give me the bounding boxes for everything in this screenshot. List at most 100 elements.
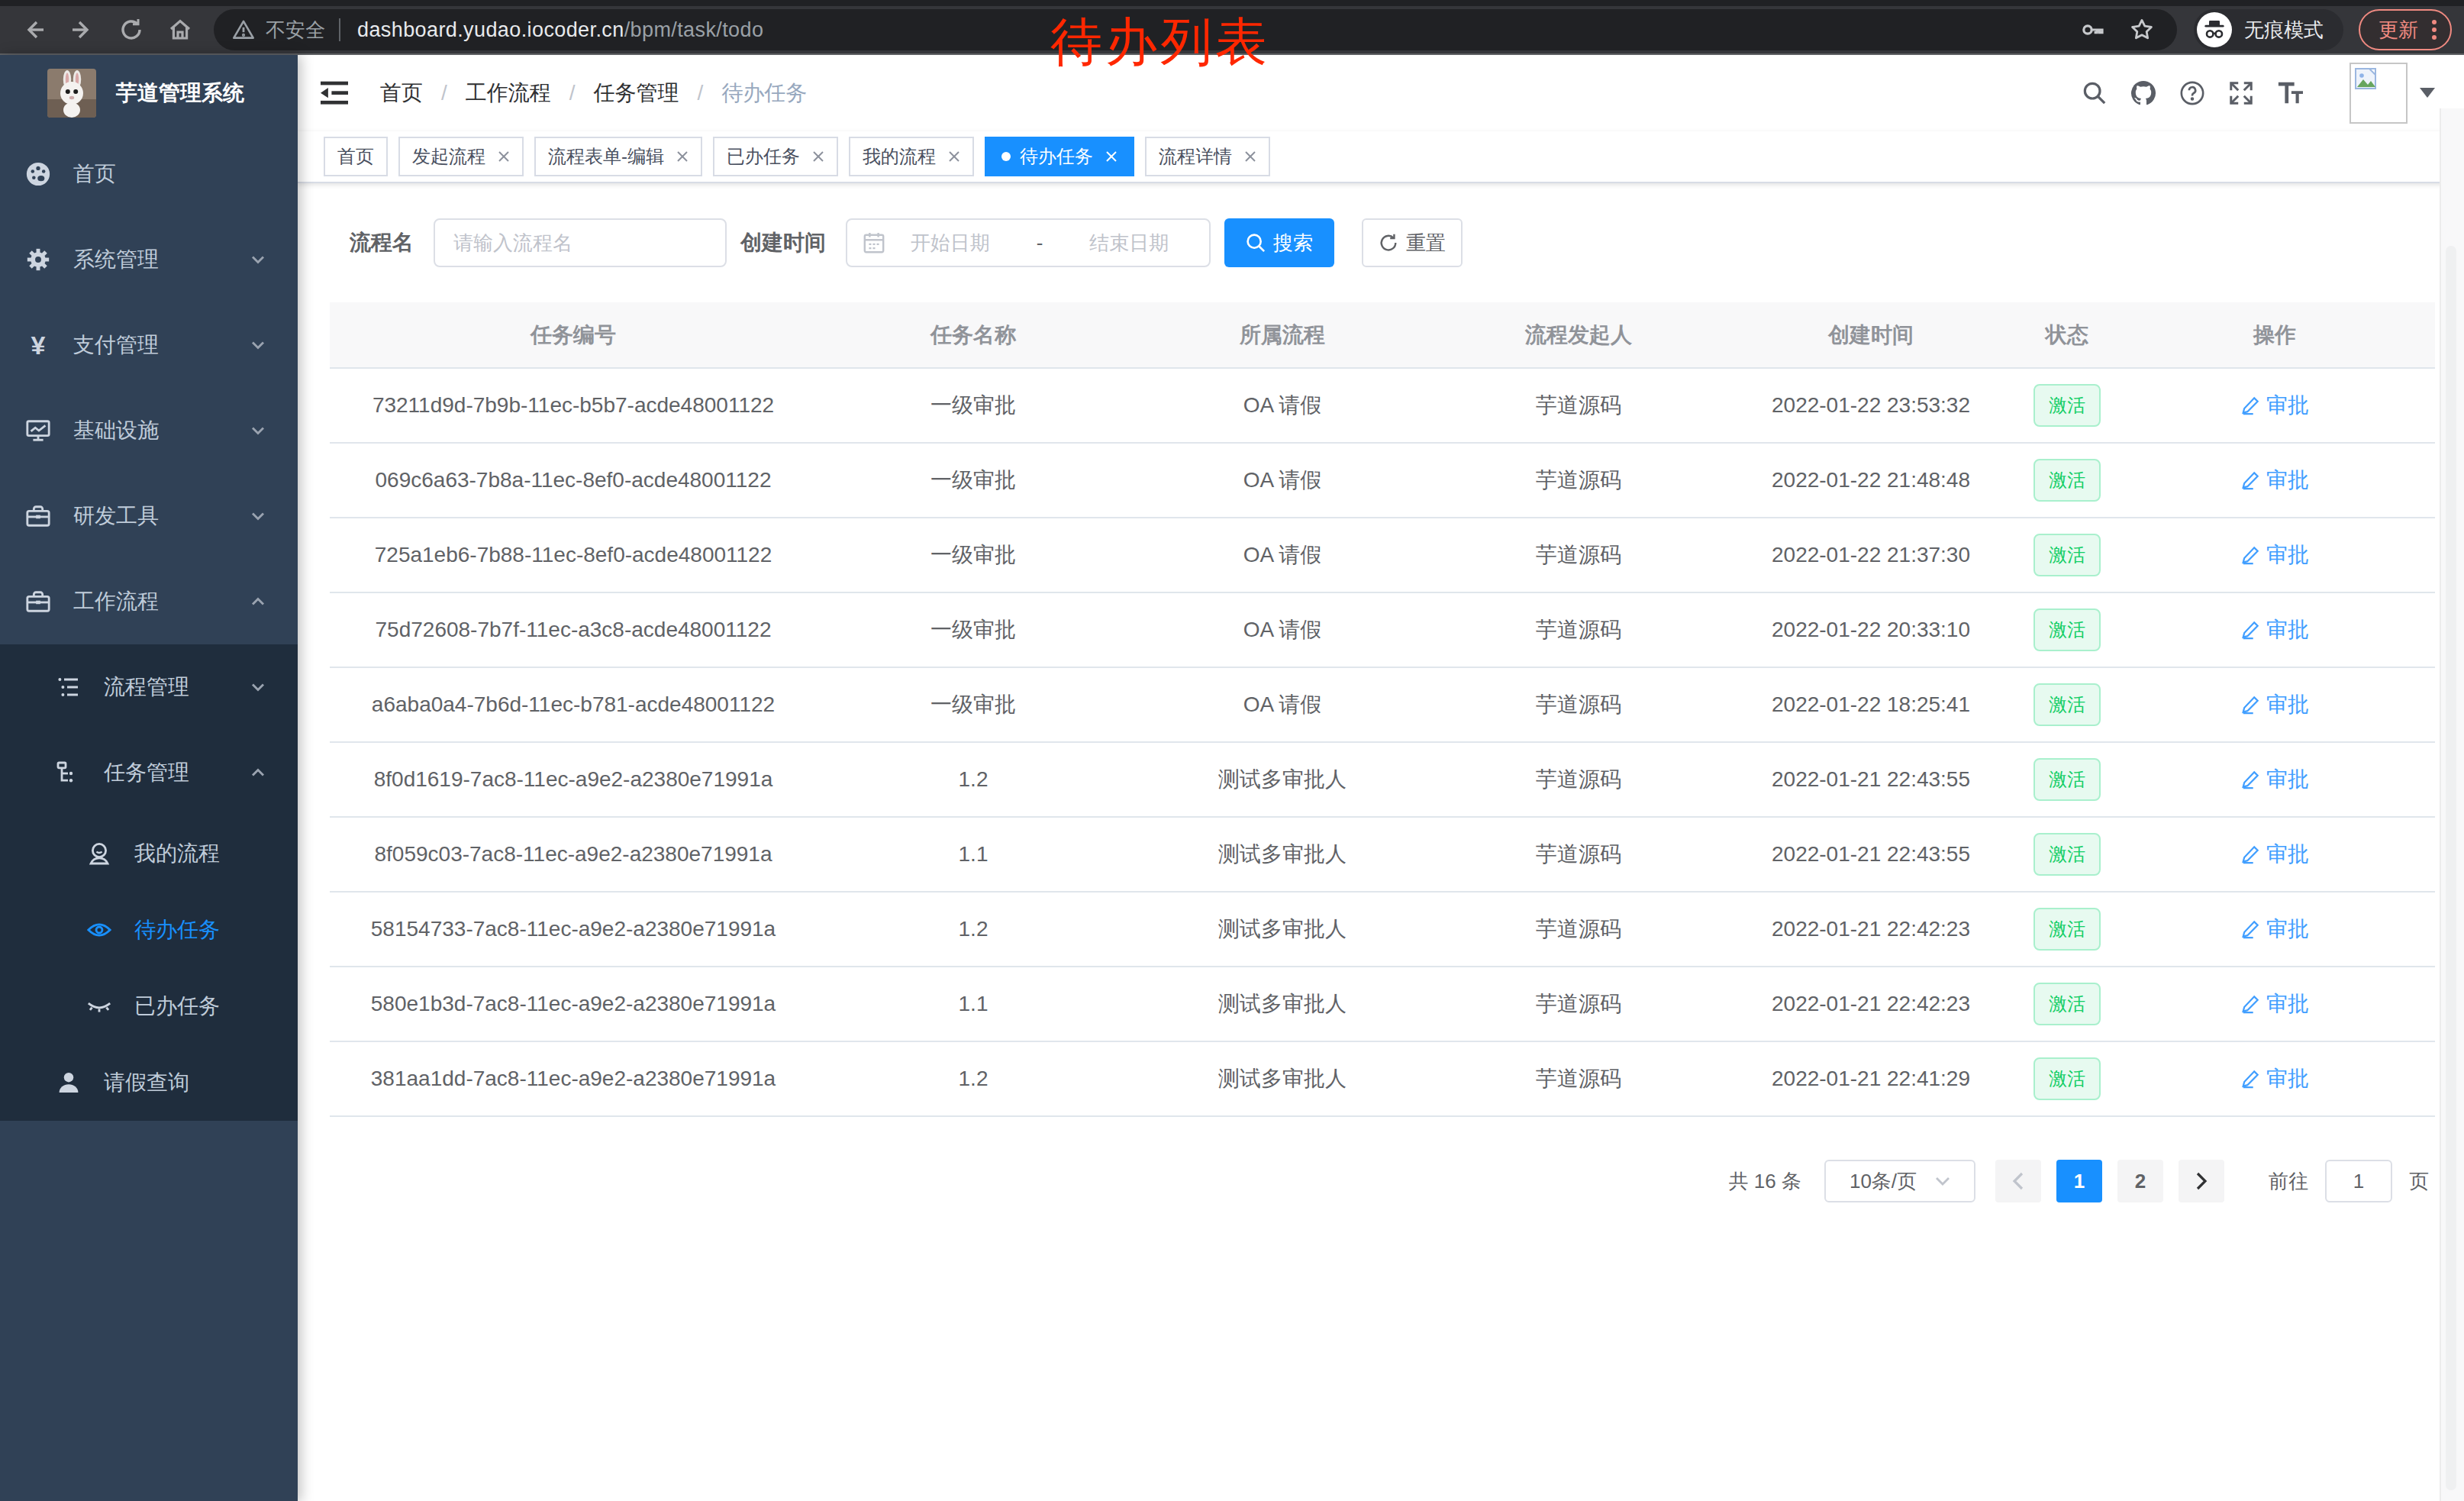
edit-icon [2240,919,2260,939]
sidebar-item-leave-query[interactable]: 请假查询 [0,1044,298,1121]
breadcrumb-current: 待办任务 [721,79,807,108]
incognito-label: 无痕模式 [2244,17,2324,44]
approve-button[interactable]: 审批 [2240,915,2309,944]
approve-button[interactable]: 审批 [2240,615,2309,644]
chevron-down-icon [249,678,267,696]
table-row: 8f0d1619-7ac8-11ec-a9e2-a2380e71991a1.2测… [330,742,2435,817]
forward-icon[interactable] [66,13,99,47]
calendar-icon [863,231,885,254]
eye-icon [85,917,113,943]
tab-home[interactable]: 首页 [324,137,388,176]
goto-page-input[interactable]: 1 [2325,1160,2392,1202]
approve-button[interactable]: 审批 [2240,840,2309,869]
chevron-up-icon [249,763,267,782]
approve-button[interactable]: 审批 [2240,541,2309,570]
create-time-label: 创建时间 [740,228,826,257]
date-range-picker[interactable]: 开始日期 - 结束日期 [846,218,1211,267]
close-icon[interactable]: × [812,150,824,163]
sidebar-item-process-mgmt[interactable]: 流程管理 [0,644,298,730]
briefcase-icon [24,589,52,615]
approve-button[interactable]: 审批 [2240,466,2309,495]
page-size-select[interactable]: 10条/页 [1824,1160,1975,1202]
github-icon[interactable] [2124,73,2163,113]
key-icon[interactable] [2076,13,2110,47]
update-button[interactable]: 更新 [2359,9,2452,50]
sidebar-item-todo-tasks[interactable]: 待办任务 [0,892,298,968]
status-badge: 激活 [2033,459,2101,502]
table-row: 580e1b3d-7ac8-11ec-a9e2-a2380e71991a1.1测… [330,967,2435,1041]
start-date-input[interactable]: 开始日期 [885,230,1015,257]
chevron-down-icon [249,336,267,354]
page-button-2[interactable]: 2 [2117,1160,2163,1202]
dashboard-icon [24,161,52,187]
sidebar-item-done-tasks[interactable]: 已办任务 [0,968,298,1044]
edit-icon [2240,620,2260,640]
sidebar-logo[interactable]: 芋道管理系统 [0,55,298,131]
tab-process-detail[interactable]: 流程详情× [1145,137,1270,176]
yen-icon: ¥ [24,331,52,360]
hamburger-icon[interactable] [321,81,348,105]
sidebar-item-system[interactable]: 系统管理 [0,217,298,302]
chevron-down-icon [249,507,267,525]
approve-button[interactable]: 审批 [2240,765,2309,794]
caret-down-icon[interactable] [2420,88,2435,98]
tab-process-form-edit[interactable]: 流程表单-编辑× [534,137,702,176]
tab-start-process[interactable]: 发起流程× [398,137,524,176]
chevron-up-icon [249,592,267,611]
person-face-icon [85,841,113,866]
search-button[interactable]: 搜索 [1224,218,1334,267]
edit-icon [2240,545,2260,565]
chrome-menu-icon[interactable] [2432,20,2437,40]
approve-button[interactable]: 审批 [2240,1064,2309,1093]
sidebar-item-infrastructure[interactable]: 基础设施 [0,388,298,473]
end-date-input[interactable]: 结束日期 [1064,230,1194,257]
edit-icon [2240,395,2260,415]
tab-my-process[interactable]: 我的流程× [849,137,974,176]
reload-icon[interactable] [114,13,148,47]
home-icon[interactable] [163,13,197,47]
bookmark-star-icon[interactable] [2125,13,2159,47]
tab-todo-tasks[interactable]: 待办任务× [985,137,1134,176]
breadcrumb-task-mgmt[interactable]: 任务管理 [594,79,679,108]
approve-button[interactable]: 审批 [2240,989,2309,1018]
avatar[interactable] [2350,63,2408,124]
scrollbar-thumb[interactable] [2446,246,2456,1490]
back-icon[interactable] [17,13,50,47]
update-label[interactable]: 更新 [2379,17,2418,44]
process-name-input[interactable]: 请输入流程名 [434,218,727,267]
help-icon[interactable] [2172,73,2212,113]
breadcrumb-home[interactable]: 首页 [380,79,423,108]
status-badge: 激活 [2033,683,2101,726]
navbar: 首页 / 工作流程 / 任务管理 / 待办任务 [298,55,2464,131]
close-icon[interactable]: × [948,150,960,163]
close-icon[interactable]: × [1244,150,1256,163]
close-icon[interactable]: × [1105,150,1118,163]
next-page-button[interactable] [2179,1160,2224,1202]
close-icon[interactable]: × [676,150,689,163]
sidebar-item-workflow[interactable]: 工作流程 [0,559,298,644]
approve-button[interactable]: 审批 [2240,391,2309,420]
tab-done-tasks[interactable]: 已办任务× [713,137,838,176]
logo-image [47,69,96,118]
fullscreen-icon[interactable] [2221,73,2261,113]
close-icon[interactable]: × [498,150,510,163]
sidebar-item-payment[interactable]: ¥ 支付管理 [0,302,298,388]
sidebar-item-my-process[interactable]: 我的流程 [0,815,298,892]
reset-button[interactable]: 重置 [1362,218,1463,267]
breadcrumb-workflow[interactable]: 工作流程 [466,79,551,108]
chevron-down-icon [1935,1176,1950,1186]
sidebar-item-home[interactable]: 首页 [0,131,298,217]
url-text[interactable]: dashboard.yudao.iocoder.cn/bpm/task/todo [357,18,763,42]
sidebar-item-task-mgmt[interactable]: 任务管理 [0,730,298,815]
sidebar-item-devtools[interactable]: 研发工具 [0,473,298,559]
prev-page-button[interactable] [1995,1160,2041,1202]
approve-button[interactable]: 审批 [2240,690,2309,719]
search-icon[interactable] [2075,73,2114,113]
table-header-row: 任务编号 任务名称 所属流程 流程发起人 创建时间 状态 操作 [330,302,2435,368]
security-label[interactable]: 不安全 [266,17,325,44]
sidebar-menu: 首页 系统管理 ¥ 支付管理 基础设施 [0,131,298,1121]
page-button-1[interactable]: 1 [2056,1160,2102,1202]
page-scrollbar[interactable] [2440,108,2464,1501]
status-badge: 激活 [2033,1057,2101,1100]
font-size-icon[interactable] [2270,73,2310,113]
